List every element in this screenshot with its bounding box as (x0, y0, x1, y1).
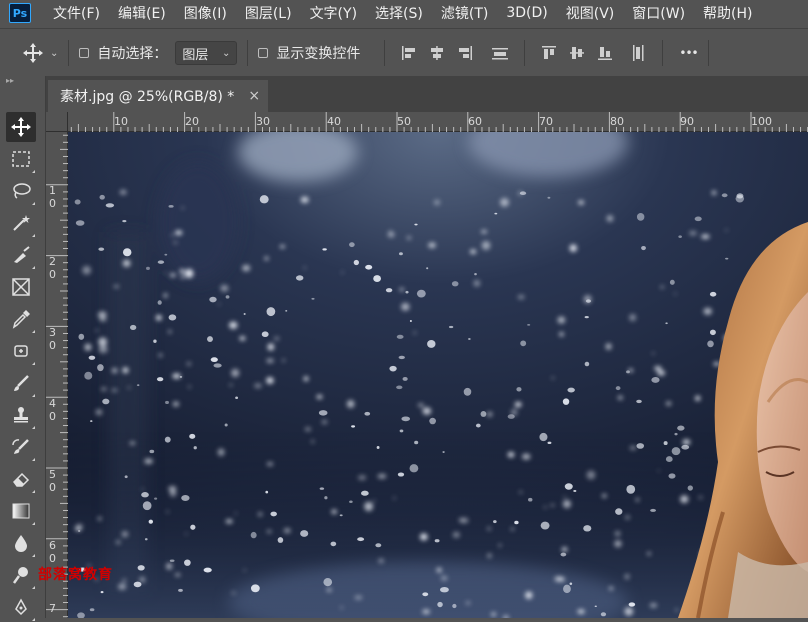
ruler-label: 50 (397, 115, 411, 128)
distribute-vertical-icon[interactable] (489, 42, 511, 64)
ruler-label: 60 (468, 115, 482, 128)
document-tab-bar: 素材.jpg @ 25%(RGB/8) * × (46, 76, 808, 112)
options-bar: ⌄ 自动选择： 图层 ⌄ 显示变换控件 ••• (0, 28, 808, 77)
auto-select-checkbox[interactable] (79, 48, 90, 58)
document-tab[interactable]: 素材.jpg @ 25%(RGB/8) * × (48, 80, 268, 112)
photoshop-logo: Ps (9, 3, 31, 23)
menu-help[interactable]: 帮助(H) (703, 3, 752, 23)
align-left-icon[interactable] (398, 42, 420, 64)
dodge-tool-icon[interactable] (6, 560, 36, 590)
menu-select[interactable]: 选择(S) (375, 3, 423, 23)
align-bottom-icon[interactable] (594, 42, 616, 64)
chevron-down-icon[interactable]: ⌄ (50, 48, 58, 59)
menu-filter[interactable]: 滤镜(T) (441, 3, 488, 23)
ruler-label: 4 0 (49, 397, 56, 423)
ruler-label: 1 0 (49, 184, 56, 210)
magic-wand-tool-icon[interactable] (6, 208, 36, 238)
menu-window[interactable]: 窗口(W) (632, 3, 685, 23)
stamp-tool-icon[interactable] (6, 400, 36, 430)
eyedropper-tool-icon[interactable] (6, 304, 36, 334)
blur-tool-icon[interactable] (6, 528, 36, 558)
menu-type[interactable]: 文字(Y) (310, 3, 357, 23)
menu-image[interactable]: 图像(I) (184, 3, 227, 23)
ruler-label: 10 (114, 115, 128, 128)
document-canvas[interactable] (68, 132, 808, 618)
marquee-tool-icon[interactable] (6, 144, 36, 174)
ruler-label: 6 0 (49, 539, 56, 565)
brush-tool-icon[interactable] (6, 368, 36, 398)
ruler-label: 100 (751, 115, 772, 128)
align-hcenter-icon[interactable] (426, 42, 448, 64)
eraser-tool-icon[interactable] (6, 464, 36, 494)
divider (707, 40, 709, 66)
vertical-ruler[interactable]: 1 0 2 0 3 0 4 0 5 0 6 0 7 (46, 132, 68, 618)
move-tool-icon[interactable] (6, 112, 36, 142)
watermark-text: 部落窝教育 (38, 567, 113, 583)
ruler-label: 7 (49, 602, 56, 615)
more-options-button[interactable]: ••• (679, 46, 698, 60)
distribute-horizontal-icon[interactable] (627, 42, 649, 64)
menu-bar: Ps 文件(F) 编辑(E) 图像(I) 图层(L) 文字(Y) 选择(S) 滤… (0, 0, 808, 26)
healing-brush-tool-icon[interactable] (6, 336, 36, 366)
ruler-label: 3 0 (49, 326, 56, 352)
ruler-label: 2 0 (49, 255, 56, 281)
frame-tool-icon[interactable] (6, 272, 36, 302)
divider (247, 40, 249, 66)
align-top-icon[interactable] (538, 42, 560, 64)
document-tab-title: 素材.jpg @ 25%(RGB/8) * (60, 89, 235, 105)
align-right-icon[interactable] (454, 42, 476, 64)
move-tool-preset-icon[interactable] (22, 42, 44, 64)
close-icon[interactable]: × (248, 88, 260, 104)
align-vcenter-icon[interactable] (566, 42, 588, 64)
show-transform-label: 显示变换控件 (276, 46, 361, 62)
panel-grip-icon[interactable]: ▸▸ (0, 76, 45, 86)
ruler-label: 80 (610, 115, 624, 128)
divider (68, 40, 70, 66)
horizontal-ruler-ticks (70, 112, 808, 132)
chevron-down-icon: ⌄ (222, 47, 231, 59)
snow-portrait-photo (68, 132, 808, 618)
ruler-label: 40 (327, 115, 341, 128)
gradient-tool-icon[interactable] (6, 496, 36, 526)
history-brush-tool-icon[interactable] (6, 432, 36, 462)
ruler-label: 5 0 (49, 468, 56, 494)
ruler-label: 20 (185, 115, 199, 128)
lasso-tool-icon[interactable] (6, 176, 36, 206)
auto-select-target-dropdown[interactable]: 图层 ⌄ (175, 41, 238, 65)
divider (524, 40, 526, 66)
menu-edit[interactable]: 编辑(E) (118, 3, 166, 23)
auto-select-label: 自动选择： (97, 46, 168, 62)
menu-3d[interactable]: 3D(D) (506, 5, 547, 21)
eyedropper-brush-tool-icon[interactable] (6, 240, 36, 270)
ruler-label: 30 (256, 115, 270, 128)
divider (384, 40, 386, 66)
divider (662, 40, 664, 66)
ruler-label: 90 (680, 115, 694, 128)
menu-file[interactable]: 文件(F) (53, 3, 100, 23)
show-transform-checkbox[interactable] (258, 48, 269, 58)
ruler-label: 70 (539, 115, 553, 128)
menu-layer[interactable]: 图层(L) (245, 3, 292, 23)
tools-panel: ▸▸ (0, 76, 46, 621)
auto-select-target-value: 图层 (182, 47, 209, 63)
menu-view[interactable]: 视图(V) (566, 3, 615, 23)
horizontal-ruler[interactable]: 10 20 30 40 50 60 70 80 90 100 (68, 112, 808, 132)
ruler-origin[interactable] (46, 112, 68, 132)
